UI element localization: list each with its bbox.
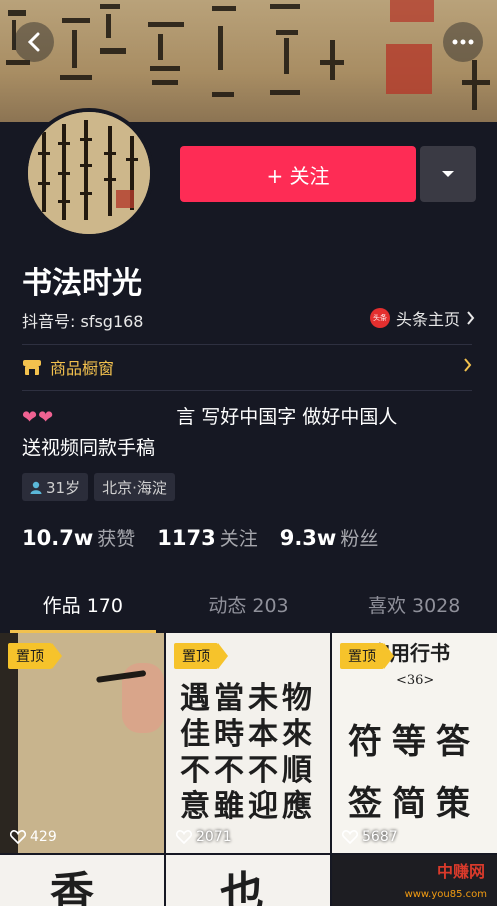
calligraphy-subtitle: <36>: [396, 673, 435, 688]
following-count: 1173: [157, 526, 216, 550]
bio-line-1: 言 写好中国字 做好中国人: [176, 406, 398, 428]
caret-down-icon: [442, 171, 454, 177]
avatar[interactable]: [24, 108, 154, 238]
profile-banner: [0, 0, 497, 122]
followers-count: 9.3w: [279, 526, 337, 550]
site-watermark: 中赚网 www.you85.com: [381, 858, 491, 900]
age-tag: 31岁: [22, 473, 89, 501]
heart-emoji-icon: ❤❤: [22, 407, 55, 428]
toutiao-link-label: 头条主页: [395, 310, 460, 329]
pinned-badge: 置顶: [174, 643, 228, 669]
tab-works-label: 作品 170: [42, 595, 123, 617]
video-likes: 2071: [176, 829, 232, 845]
video-likes-count: 429: [30, 829, 57, 845]
video-likes-count: 2071: [196, 829, 232, 845]
divider: [22, 344, 472, 345]
tab-works[interactable]: 作品 170: [0, 585, 166, 633]
video-thumbnail[interactable]: 实用行书 <36> 符等答 签简策 置顶 5687: [332, 633, 497, 853]
location-tag-label: 北京·海淀: [102, 478, 167, 497]
recommend-dropdown-button[interactable]: [420, 146, 476, 202]
calligraphy-avatar-art: [28, 112, 150, 234]
back-button[interactable]: [14, 22, 54, 62]
age-tag-label: 31岁: [46, 478, 81, 497]
profile-stats: 10.7w 获赞 1173 关注 9.3w 粉丝: [22, 524, 400, 551]
following-stat[interactable]: 1173 关注: [157, 524, 257, 551]
chevron-right-icon: [467, 311, 475, 325]
chevron-right-icon: [464, 358, 472, 372]
tab-likes[interactable]: 喜欢 3028: [331, 585, 497, 633]
person-icon: [30, 481, 42, 494]
more-dots-icon: [452, 39, 474, 45]
douyin-id: 抖音号: sfsg168: [22, 312, 144, 331]
likes-count: 10.7w: [22, 526, 94, 550]
following-label: 关注: [219, 528, 258, 550]
profile-nickname: 书法时光: [22, 266, 142, 301]
video-thumbnail[interactable]: 置顶 429: [0, 633, 164, 853]
shop-icon: [23, 360, 41, 375]
calligraphy-text: 也: [220, 868, 264, 906]
tab-dynamics-label: 动态 203: [208, 595, 289, 617]
profile-tags: 31岁 北京·海淀: [22, 473, 175, 501]
heart-outline-icon: [342, 830, 358, 844]
followers-stat[interactable]: 9.3w 粉丝: [280, 524, 379, 551]
profile-bio: ❤❤ 言 写好中国字 做好中国人 送视频同款手稿: [22, 402, 472, 463]
location-tag: 北京·海淀: [94, 473, 175, 501]
calligraphy-text: 香: [50, 868, 94, 906]
watermark-title: 中赚网: [436, 862, 485, 881]
video-likes: 5687: [342, 829, 398, 845]
heart-outline-icon: [10, 830, 26, 844]
tab-dynamics[interactable]: 动态 203: [166, 585, 332, 633]
likes-label: 获赞: [97, 528, 136, 550]
chevron-left-icon: [27, 32, 40, 52]
content-tabs: 作品 170 动态 203 喜欢 3028: [0, 585, 497, 633]
pinned-badge: 置顶: [8, 643, 62, 669]
calligraphy-banner-art: [6, 0, 490, 110]
toutiao-icon: 头条: [369, 308, 390, 328]
video-thumbnail[interactable]: 也: [166, 855, 330, 906]
follow-button[interactable]: + 关注: [180, 146, 416, 202]
heart-outline-icon: [176, 830, 192, 844]
calligraphy-text: 符等答 签简策: [348, 722, 480, 824]
tab-likes-label: 喜欢 3028: [367, 595, 461, 617]
video-likes: 429: [10, 829, 57, 845]
likes-stat: 10.7w 获赞: [22, 524, 135, 551]
shop-window-row[interactable]: 商品橱窗: [22, 346, 472, 388]
divider: [22, 390, 472, 391]
more-button[interactable]: [443, 22, 483, 62]
follow-button-label: + 关注: [266, 163, 330, 188]
calligraphy-text: 遇當未物 佳時本來 不不不順 意雖迎應: [180, 681, 316, 824]
followers-label: 粉丝: [340, 528, 379, 550]
pinned-badge: 置顶: [340, 643, 394, 669]
bio-line-2: 送视频同款手稿: [22, 437, 156, 459]
shop-window-label: 商品橱窗: [50, 359, 115, 378]
toutiao-homepage-link[interactable]: 头条 头条主页: [369, 306, 475, 330]
watermark-url: www.you85.com: [404, 889, 487, 900]
video-thumbnail[interactable]: 遇當未物 佳時本來 不不不順 意雖迎應 置顶 2071: [166, 633, 330, 853]
video-likes-count: 5687: [362, 829, 398, 845]
video-thumbnail[interactable]: 香: [0, 855, 164, 906]
